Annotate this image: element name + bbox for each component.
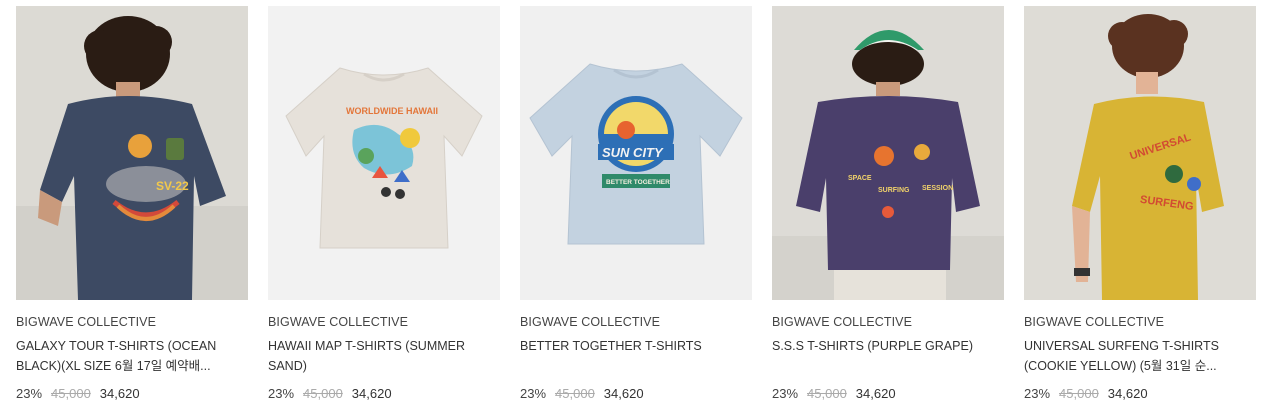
product-image[interactable]: SUN CITY BETTER TOGETHER xyxy=(520,6,752,300)
original-price: 45,000 xyxy=(303,386,343,401)
model-back-navy-tee-icon: SV-22 xyxy=(16,6,248,300)
sale-price: 34,620 xyxy=(1107,386,1148,401)
flat-tee-sun-city-icon: SUN CITY BETTER TOGETHER xyxy=(520,6,752,300)
price-row: 23% 45,000 34,620 xyxy=(772,386,1004,401)
product-brand: BIGWAVE COLLECTIVE xyxy=(268,315,409,329)
product-name[interactable]: GALAXY TOUR T-SHIRTS (OCEAN BLACK)(XL SI… xyxy=(16,337,248,376)
product-image[interactable]: WORLDWIDE HAWAII xyxy=(268,6,500,300)
original-price: 45,000 xyxy=(1059,386,1099,401)
sale-price: 34,620 xyxy=(603,386,644,401)
product-grid: SV-22 BIGWAVE COLLECTIVE GALAXY TOUR T-S… xyxy=(16,6,1256,401)
svg-text:SESSION: SESSION xyxy=(922,185,953,192)
sale-price: 34,620 xyxy=(855,386,896,401)
svg-text:SPACE: SPACE xyxy=(848,175,872,182)
original-price: 45,000 xyxy=(555,386,595,401)
svg-text:WORLDWIDE HAWAII: WORLDWIDE HAWAII xyxy=(346,106,438,116)
product-brand: BIGWAVE COLLECTIVE xyxy=(772,315,913,329)
product-name[interactable]: S.S.S T-SHIRTS (PURPLE GRAPE) xyxy=(772,337,1004,376)
price-row: 23% 45,000 34,620 xyxy=(520,386,752,401)
price-row: 23% 45,000 34,620 xyxy=(1024,386,1256,401)
original-price: 45,000 xyxy=(51,386,91,401)
price-row: 23% 45,000 34,620 xyxy=(268,386,500,401)
model-side-yellow-tee-icon: UNIVERSAL SURFENG xyxy=(1024,6,1256,300)
product-card[interactable]: SUN CITY BETTER TOGETHER BIGWAVE COLLECT… xyxy=(520,6,752,401)
product-name[interactable]: UNIVERSAL SURFENG T-SHIRTS (COOKIE YELLO… xyxy=(1024,337,1256,376)
sale-price: 34,620 xyxy=(351,386,392,401)
product-name[interactable]: HAWAII MAP T-SHIRTS (SUMMER SAND) xyxy=(268,337,500,376)
sale-price: 34,620 xyxy=(99,386,140,401)
price-row: 23% 45,000 34,620 xyxy=(16,386,248,401)
product-image[interactable]: UNIVERSAL SURFENG xyxy=(1024,6,1256,300)
discount-rate: 23% xyxy=(1024,386,1051,401)
product-card[interactable]: SPACE SURFING SESSION BIGWAVE COLLECTIVE… xyxy=(772,6,1004,401)
product-image[interactable]: SV-22 xyxy=(16,6,248,300)
svg-text:BETTER TOGETHER: BETTER TOGETHER xyxy=(606,179,670,186)
model-back-purple-tee-icon: SPACE SURFING SESSION xyxy=(772,6,1004,300)
svg-text:SUN CITY: SUN CITY xyxy=(602,145,664,160)
discount-rate: 23% xyxy=(772,386,799,401)
svg-text:SURFING: SURFING xyxy=(878,187,910,194)
flat-tee-hawaii-map-icon: WORLDWIDE HAWAII xyxy=(268,6,500,300)
discount-rate: 23% xyxy=(520,386,547,401)
product-brand: BIGWAVE COLLECTIVE xyxy=(1024,315,1165,329)
discount-rate: 23% xyxy=(16,386,43,401)
product-card[interactable]: SV-22 BIGWAVE COLLECTIVE GALAXY TOUR T-S… xyxy=(16,6,248,401)
product-name[interactable]: BETTER TOGETHER T-SHIRTS xyxy=(520,337,752,376)
svg-text:SV-22: SV-22 xyxy=(156,179,189,193)
product-card[interactable]: UNIVERSAL SURFENG BIGWAVE COLLECTIVE UNI… xyxy=(1024,6,1256,401)
product-brand: BIGWAVE COLLECTIVE xyxy=(16,315,157,329)
product-image[interactable]: SPACE SURFING SESSION xyxy=(772,6,1004,300)
product-brand: BIGWAVE COLLECTIVE xyxy=(520,315,661,329)
product-card[interactable]: WORLDWIDE HAWAII BIGWAVE COLLECTIVE HAWA… xyxy=(268,6,500,401)
original-price: 45,000 xyxy=(807,386,847,401)
discount-rate: 23% xyxy=(268,386,295,401)
